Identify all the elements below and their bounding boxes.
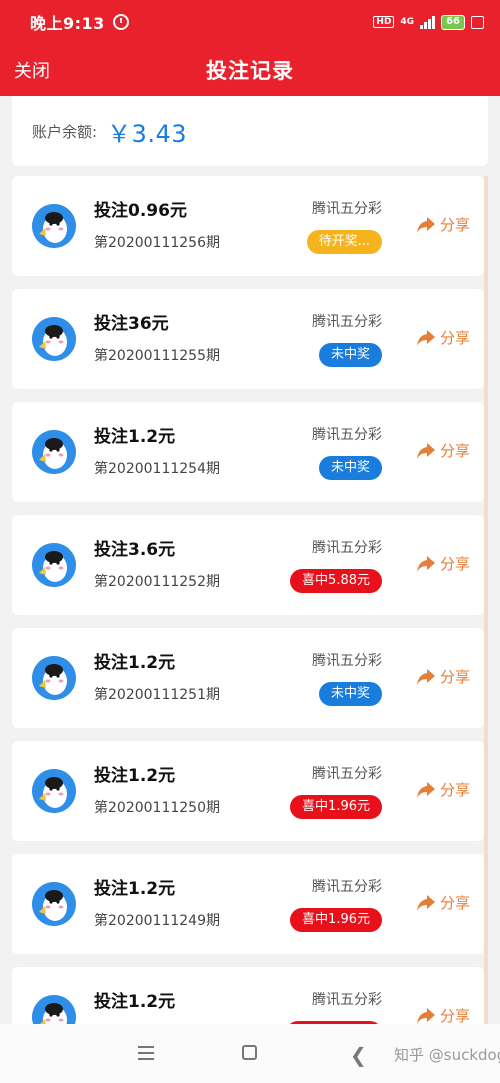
game-name: 腾讯五分彩	[312, 766, 382, 782]
share-button[interactable]: 分享	[416, 779, 470, 800]
share-label: 分享	[439, 216, 470, 234]
bet-amount: 投注1.2元	[94, 766, 176, 786]
game-name: 腾讯五分彩	[312, 427, 382, 443]
share-button[interactable]: 分享	[416, 327, 470, 348]
bet-card[interactable]: 投注0.96元第20200111256期 腾讯五分彩待开奖... 分享	[12, 176, 484, 276]
bet-card[interactable]: 投注36元第20200111255期 腾讯五分彩未中奖 分享	[12, 289, 484, 389]
avatar	[32, 317, 76, 361]
bet-amount: 投注3.6元	[94, 540, 176, 560]
bet-period: 第20200111250期	[94, 800, 220, 816]
balance-value: ￥3.43	[107, 119, 187, 148]
bet-period: 第20200111256期	[94, 235, 220, 251]
share-icon	[416, 894, 435, 911]
system-nav-bar: ❮ 知乎 @suckdog	[0, 1024, 500, 1083]
game-name: 腾讯五分彩	[312, 201, 382, 217]
share-button[interactable]: 分享	[416, 666, 470, 687]
bet-period: 第20200111252期	[94, 574, 220, 590]
bet-amount: 投注0.96元	[94, 201, 187, 221]
share-label: 分享	[439, 781, 470, 799]
bet-card[interactable]: 投注1.2元第20200111254期 腾讯五分彩未中奖 分享	[12, 402, 484, 502]
status-badge: 待开奖...	[306, 230, 382, 254]
bet-period: 第20200111255期	[94, 348, 220, 364]
battery-icon: 66	[441, 14, 465, 30]
home-icon[interactable]	[242, 1045, 257, 1060]
share-label: 分享	[439, 442, 470, 460]
game-name: 腾讯五分彩	[312, 653, 382, 669]
bet-amount: 投注36元	[94, 314, 169, 334]
status-bar: 晚上9:13 HD 4G 66	[0, 0, 500, 44]
close-button[interactable]: 关闭	[14, 57, 50, 83]
share-button[interactable]: 分享	[416, 1005, 470, 1024]
bet-card[interactable]: 投注1.2元第20200111250期 腾讯五分彩喜中1.96元 分享	[12, 741, 484, 841]
menu-icon[interactable]	[138, 1046, 154, 1060]
avatar	[32, 656, 76, 700]
avatar	[32, 204, 76, 248]
status-icons: HD 4G 66	[373, 14, 484, 30]
share-button[interactable]: 分享	[416, 440, 470, 461]
avatar	[32, 769, 76, 813]
share-label: 分享	[439, 329, 470, 347]
status-badge: 喜中1.96元	[290, 908, 382, 932]
hd-icon: HD	[373, 16, 395, 28]
nav-bar: 关闭 投注记录	[0, 44, 500, 96]
status-badge: 未中奖	[318, 343, 382, 367]
bet-amount: 投注1.2元	[94, 992, 176, 1012]
avatar	[32, 430, 76, 474]
status-time: 晚上9:13	[30, 14, 105, 33]
share-icon	[416, 329, 435, 346]
share-icon	[416, 1007, 435, 1024]
game-name: 腾讯五分彩	[312, 314, 382, 330]
network-type: 4G	[400, 17, 415, 27]
share-button[interactable]: 分享	[416, 892, 470, 913]
bet-period: 第20200111251期	[94, 687, 220, 703]
share-label: 分享	[439, 668, 470, 686]
share-icon	[416, 216, 435, 233]
avatar	[32, 543, 76, 587]
avatar	[32, 882, 76, 926]
share-icon	[416, 668, 435, 685]
scroll-indicator[interactable]	[484, 176, 488, 1024]
game-name: 腾讯五分彩	[312, 540, 382, 556]
status-badge: 未中奖	[318, 682, 382, 706]
back-icon[interactable]: ❮	[350, 1043, 367, 1067]
game-name: 腾讯五分彩	[312, 879, 382, 895]
alarm-icon	[112, 14, 129, 30]
bet-period: 第20200111249期	[94, 913, 220, 929]
avatar	[32, 995, 76, 1024]
notification-icon	[471, 15, 484, 29]
status-badge: 喜中1.96元	[290, 795, 382, 819]
share-icon	[416, 442, 435, 459]
share-button[interactable]: 分享	[416, 553, 470, 574]
status-badge: 未中奖	[318, 456, 382, 480]
balance-card: 账户余额: ￥3.43	[12, 96, 488, 166]
game-name: 腾讯五分彩	[312, 992, 382, 1008]
share-label: 分享	[439, 555, 470, 573]
bet-card[interactable]: 投注1.2元第20200111249期 腾讯五分彩喜中1.96元 分享	[12, 854, 484, 954]
signal-icon	[420, 15, 436, 29]
watermark: 知乎 @suckdog	[394, 1046, 500, 1064]
bet-card[interactable]: 投注1.2元 腾讯五分彩分享	[12, 967, 484, 1024]
bet-amount: 投注1.2元	[94, 427, 176, 447]
share-label: 分享	[439, 894, 470, 912]
bet-card[interactable]: 投注3.6元第20200111252期 腾讯五分彩喜中5.88元 分享	[12, 515, 484, 615]
bet-period: 第20200111254期	[94, 461, 220, 477]
share-button[interactable]: 分享	[416, 214, 470, 235]
share-icon	[416, 781, 435, 798]
share-label: 分享	[439, 1007, 470, 1024]
page-title: 投注记录	[206, 59, 294, 83]
balance-label: 账户余额:	[32, 122, 98, 141]
bet-list: 投注0.96元 第20200111256期 腾讯五分彩 待开奖... 分享 投注36元 第2…	[12, 176, 484, 1024]
bet-card[interactable]: 投注1.2元第20200111251期 腾讯五分彩未中奖 分享	[12, 628, 484, 728]
status-badge: 喜中5.88元	[290, 569, 382, 593]
share-icon	[416, 555, 435, 572]
bet-amount: 投注1.2元	[94, 653, 176, 673]
bet-amount: 投注1.2元	[94, 879, 176, 899]
